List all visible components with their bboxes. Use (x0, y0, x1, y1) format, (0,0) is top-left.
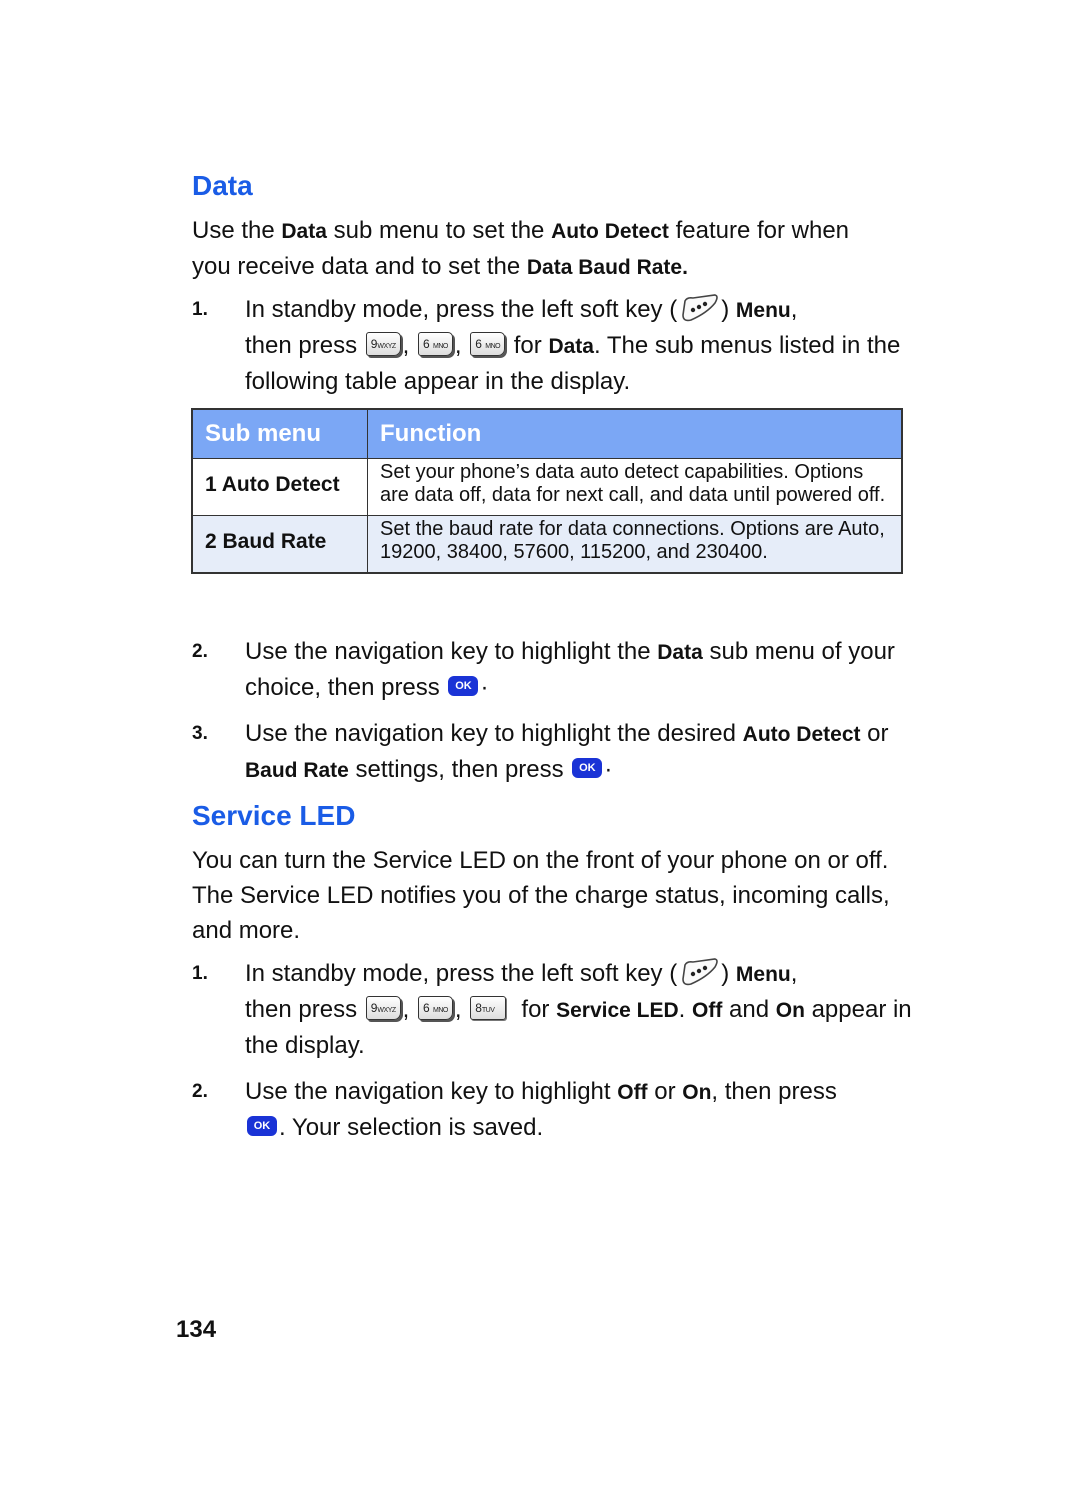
step-text: or (647, 1078, 683, 1105)
key-main: 6 (423, 336, 430, 351)
step-text: settings, then press (348, 756, 571, 783)
step-text: or (860, 720, 889, 747)
ok-key-icon: OK (448, 675, 479, 696)
menu-label: Menu (735, 963, 791, 986)
step-number: 3. (192, 723, 208, 744)
step-text: for (507, 332, 549, 359)
step-number: 2. (192, 641, 208, 662)
key-sub: WXYZ (377, 342, 396, 350)
key-sub: WXYZ (377, 1006, 396, 1014)
key-6-icon: 6 MNO (470, 331, 506, 356)
intro-text: Use the (192, 217, 282, 244)
row-name: 2 Baud Rate (191, 515, 368, 574)
table-header-row: Sub menu Function (191, 408, 903, 459)
led-step-1: 1. In standby mode, press the left soft … (192, 956, 912, 1063)
step-text: , (790, 960, 798, 987)
step-text: ) (721, 296, 736, 323)
data-heading: Data (192, 170, 253, 201)
baud-rate-label: Baud Rate (245, 759, 349, 782)
key-sub: MNO (485, 342, 501, 350)
data-label: Data (548, 335, 594, 358)
step-text: Use the navigation key to highlight the (245, 638, 658, 665)
service-led-heading: Service LED (192, 800, 356, 831)
service-led-label: Service LED (556, 999, 679, 1022)
led-step-2: 2. Use the navigation key to highlight O… (192, 1074, 912, 1145)
menu-label: Menu (735, 299, 791, 322)
data-intro: Use the Data sub menu to set the Auto De… (192, 213, 892, 285)
intro-bold-data: Data (281, 220, 327, 243)
step-text: , then press (711, 1078, 837, 1105)
step-text: . Your selection is saved. (279, 1114, 544, 1141)
step-text: , (790, 296, 798, 323)
step-text: In standby mode, press the left soft key… (245, 960, 678, 987)
step-number: 1. (192, 963, 208, 984)
key-6-icon: 6 MNO (418, 331, 453, 356)
data-step-3: 3. Use the navigation key to highlight t… (192, 716, 912, 788)
data-step-1: 1. In standby mode, press the left soft … (192, 292, 912, 399)
submenu-table: Sub menu Function 1 Auto Detect Set your… (191, 408, 903, 574)
step-text: Use the navigation key to highlight the … (245, 720, 743, 747)
on-label: On (682, 1081, 712, 1104)
service-led-intro: You can turn the Service LED on the fron… (192, 847, 890, 944)
step-number: 1. (192, 299, 208, 320)
row-function: Set the baud rate for data connections. … (367, 515, 903, 574)
key-8-icon: 8TUV (470, 995, 507, 1020)
data-step-2: 2. Use the navigation key to highlight t… (192, 634, 912, 705)
step-text: and (722, 996, 776, 1023)
intro-bold-baud-rate: Data Baud Rate. (526, 256, 688, 279)
off-label: Off (617, 1081, 648, 1104)
table-row: 2 Baud Rate Set the baud rate for data c… (191, 515, 903, 574)
key-6-icon: 6 MNO (418, 995, 453, 1020)
step-text: then press (245, 996, 364, 1023)
key-sub: MNO (433, 342, 448, 350)
key-9-icon: 9WXYZ (365, 995, 401, 1020)
intro-bold-auto-detect: Auto Detect (551, 220, 669, 243)
key-main: 6 (475, 336, 482, 351)
header-sub-menu: Sub menu (191, 408, 368, 459)
on-label: On (775, 999, 805, 1022)
key-sub: MNO (433, 1006, 448, 1014)
step-text: Use the navigation key to highlight (245, 1078, 618, 1105)
table-row: 1 Auto Detect Set your phone’s data auto… (191, 458, 903, 516)
header-function: Function (367, 408, 903, 459)
off-label: Off (692, 999, 723, 1022)
ok-key-icon: OK (247, 1115, 277, 1136)
step-text: then press (245, 332, 364, 359)
data-label: Data (657, 641, 703, 664)
step-text: · (480, 674, 489, 701)
row-function: Set your phone’s data auto detect capabi… (367, 458, 903, 516)
key-9-icon: 9WXYZ (365, 331, 401, 356)
ok-key-icon: OK (572, 757, 603, 778)
step-text: . (678, 996, 693, 1023)
intro-text: sub menu to set the (326, 217, 552, 244)
step-text: ) (721, 960, 736, 987)
key-main: 6 (423, 1000, 430, 1015)
page-number: 134 (176, 1316, 217, 1343)
key-sub: TUV (481, 1006, 495, 1014)
step-text: · (604, 756, 613, 783)
left-soft-key-icon (677, 293, 721, 323)
row-name: 1 Auto Detect (191, 458, 368, 516)
auto-detect-label: Auto Detect (742, 723, 861, 746)
left-soft-key-icon (677, 957, 721, 987)
key-main: 8 (475, 1000, 482, 1015)
step-text: for (514, 996, 557, 1023)
step-number: 2. (192, 1081, 208, 1102)
step-text: In standby mode, press the left soft key… (245, 296, 678, 323)
